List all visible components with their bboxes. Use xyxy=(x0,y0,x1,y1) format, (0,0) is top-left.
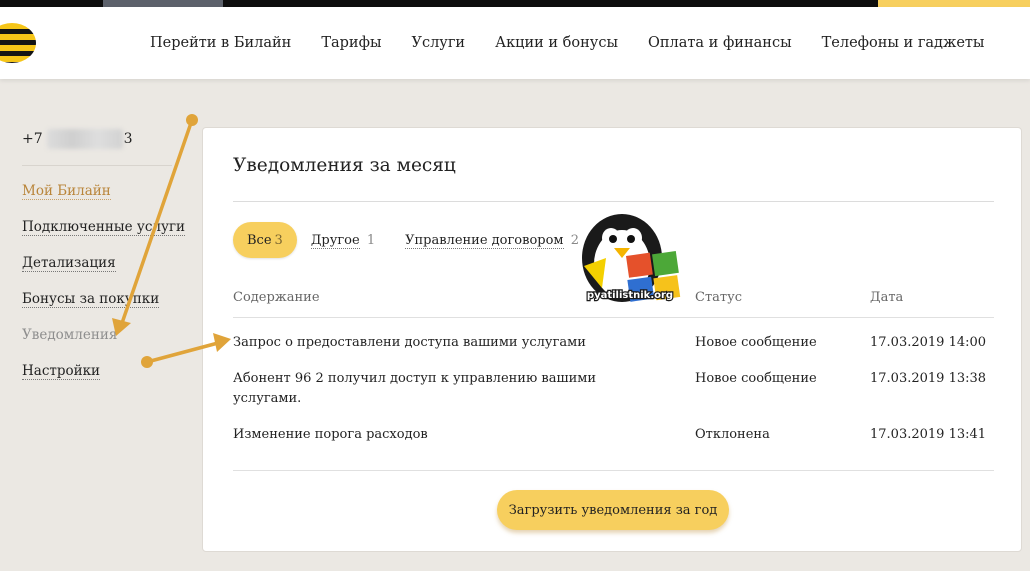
sidebar-menu: Мой Билайн Подключенные услуги Детализац… xyxy=(22,181,186,397)
phone-prefix: +7 xyxy=(22,131,43,147)
page-title: Уведомления за месяц xyxy=(233,155,456,176)
arrow1-dot xyxy=(186,114,198,126)
sidebar-item-label: Мой Билайн xyxy=(22,183,111,200)
column-header-content: Содержание xyxy=(233,290,320,305)
nav-tariffs[interactable]: Тарифы xyxy=(321,35,381,51)
sidebar-item-label: Бонусы за покупки xyxy=(22,291,160,308)
tab-count: 1 xyxy=(366,232,376,248)
table-row[interactable]: Абонент 96 2 получил доступ к управлению… xyxy=(233,369,994,425)
row-content: Запрос о предоставлени доступа вашими ус… xyxy=(233,335,586,350)
tab-count: 3 xyxy=(274,232,283,248)
row-content: Изменение порога расходов xyxy=(233,427,428,442)
notifications-card: Уведомления за месяц Все 3 Другое 1 Упра… xyxy=(202,127,1022,552)
nav-payment[interactable]: Оплата и финансы xyxy=(648,35,792,51)
column-header-date: Дата xyxy=(870,290,904,305)
phone-suffix: 3 xyxy=(123,131,133,147)
sidebar-item-details[interactable]: Детализация xyxy=(22,253,185,289)
sidebar-item-settings[interactable]: Настройки xyxy=(22,361,185,397)
tab-all[interactable]: Все 3 xyxy=(233,222,297,258)
sidebar-item-label: Настройки xyxy=(22,363,101,380)
load-year-notifications-button[interactable]: Загрузить уведомления за год xyxy=(497,490,729,530)
tab-label: Другое xyxy=(310,232,360,249)
nav-phones[interactable]: Телефоны и гаджеты xyxy=(822,35,985,51)
top-color-strip xyxy=(0,0,1030,7)
top-navigation: Перейти в Билайн Тарифы Услуги Акции и б… xyxy=(150,7,1014,79)
sidebar-item-label: Подключенные услуги xyxy=(22,219,186,236)
row-date: 17.03.2019 13:38 xyxy=(870,371,987,386)
notifications-table: Запрос о предоставлени доступа вашими ус… xyxy=(233,333,994,461)
sidebar-item-connected-services[interactable]: Подключенные услуги xyxy=(22,217,186,253)
row-date: 17.03.2019 13:41 xyxy=(870,427,987,442)
filter-tabs: Все 3 Другое 1 Управление договором 2 xyxy=(233,222,609,258)
tab-label: Управление договором xyxy=(405,232,564,249)
nav-go-to-beeline[interactable]: Перейти в Билайн xyxy=(150,35,291,51)
nav-promotions[interactable]: Акции и бонусы xyxy=(495,35,618,51)
row-status: Новое сообщение xyxy=(695,335,817,350)
row-date: 17.03.2019 14:00 xyxy=(870,335,987,350)
beeline-logo[interactable] xyxy=(0,23,36,63)
sidebar-item-my-beeline[interactable]: Мой Билайн xyxy=(22,181,185,217)
sidebar-item-label: Детализация xyxy=(22,255,116,272)
sidebar-divider xyxy=(22,165,172,166)
table-row[interactable]: Изменение порога расходов Отклонена 17.0… xyxy=(233,425,994,461)
sidebar-item-bonuses[interactable]: Бонусы за покупки xyxy=(22,289,185,325)
title-divider xyxy=(233,201,994,202)
watermark-text: pyatilistnik.org xyxy=(587,290,673,301)
phone-number: +7 3 xyxy=(22,129,133,149)
tab-other[interactable]: Другое 1 xyxy=(310,232,376,249)
phone-redacted xyxy=(46,129,123,149)
header-divider xyxy=(233,317,994,318)
sidebar-item-label: Уведомления xyxy=(22,327,118,343)
column-header-status: Статус xyxy=(695,290,743,305)
penguin-watermark-icon: pyatilistnik.org xyxy=(582,214,681,302)
tab-contract-management[interactable]: Управление договором 2 xyxy=(405,232,579,249)
table-bottom-divider xyxy=(233,470,994,471)
table-row[interactable]: Запрос о предоставлени доступа вашими ус… xyxy=(233,333,994,369)
tab-label: Все xyxy=(247,232,272,248)
header: Перейти в Билайн Тарифы Услуги Акции и б… xyxy=(0,7,1030,79)
row-status: Отклонена xyxy=(695,427,770,442)
row-content: Абонент 96 2 получил доступ к управлению… xyxy=(233,371,597,406)
row-status: Новое сообщение xyxy=(695,371,817,386)
nav-services[interactable]: Услуги xyxy=(411,35,465,51)
sidebar-item-notifications[interactable]: Уведомления xyxy=(22,325,185,361)
